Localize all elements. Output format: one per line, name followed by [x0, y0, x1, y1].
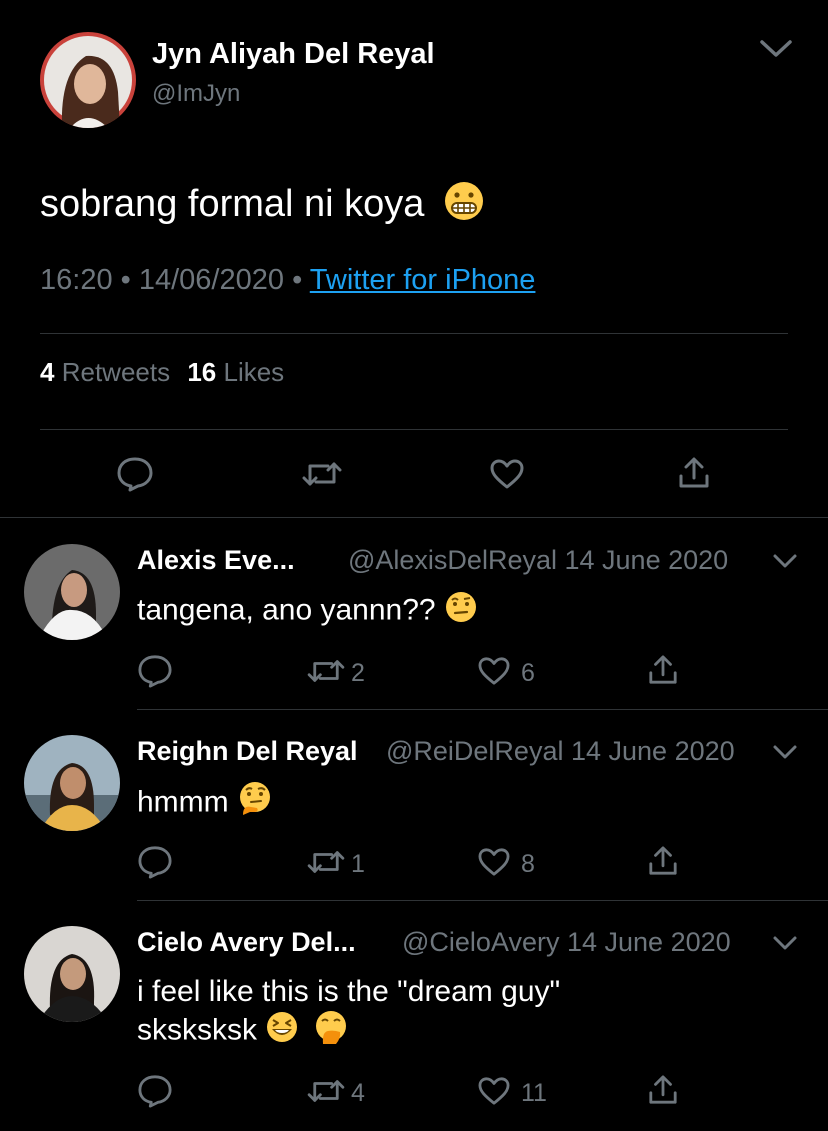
heart-icon [477, 847, 511, 882]
retweet-action[interactable]: 4 [307, 1076, 365, 1111]
reply-handle[interactable]: @AlexisDelReyal [348, 545, 557, 575]
divider [137, 709, 828, 710]
likes-count: 16 [187, 357, 217, 387]
tweet-time: 16:20 [40, 264, 113, 296]
like-action[interactable]: 8 [477, 847, 535, 882]
retweets-stat[interactable]: 4 Retweets [40, 357, 170, 387]
divider [40, 429, 788, 430]
face-with-hand-over-mouth-emoji [314, 1010, 348, 1053]
retweet-icon [307, 656, 345, 691]
likes-stat[interactable]: 16 Likes [187, 357, 284, 387]
reply-author-name[interactable]: Cielo Avery Del... [137, 927, 356, 958]
tweet-stats: 4 Retweets 16 Likes [40, 357, 284, 388]
retweet-icon [307, 1076, 345, 1111]
reply-text: tangena, ano yannn?? [137, 590, 478, 633]
reply-icon[interactable] [137, 1074, 173, 1113]
reply-icon[interactable] [137, 845, 173, 884]
divider [0, 517, 828, 518]
reply-text-content: i feel like this is the "dream guy" sksk… [137, 975, 561, 1047]
divider [137, 900, 828, 901]
author-handle[interactable]: @ImJyn [152, 80, 240, 108]
grimacing-face-emoji [443, 180, 485, 232]
reply-author-handle: @AlexisDelReyal 14 June 2020 [348, 545, 728, 576]
reply-author-handle: @CieloAvery 14 June 2020 [402, 927, 731, 958]
like-action[interactable]: 6 [477, 656, 535, 691]
retweets-count: 4 [40, 357, 55, 387]
reply-avatar[interactable] [24, 926, 120, 1022]
retweet-icon [307, 847, 345, 882]
heart-icon [477, 656, 511, 691]
share-icon[interactable] [648, 845, 678, 882]
reply-avatar[interactable] [24, 544, 120, 640]
thinking-face-emoji [237, 781, 273, 826]
reply-date: 14 June 2020 [564, 545, 729, 575]
tweet-meta: 16:20 • 14/06/2020 • Twitter for iPhone [40, 264, 535, 297]
author-name[interactable]: Jyn Aliyah Del Reyal [152, 38, 435, 71]
reply-date: 14 June 2020 [566, 927, 731, 957]
share-icon[interactable] [648, 1074, 678, 1111]
chevron-down-icon[interactable] [772, 552, 798, 575]
retweet-count: 1 [351, 850, 365, 878]
retweet-action[interactable]: 2 [307, 656, 365, 691]
tweet-text: sobrang formal ni koya [40, 180, 485, 232]
chevron-down-icon[interactable] [772, 934, 798, 957]
reply-icon[interactable] [137, 654, 173, 693]
tweet-date: 14/06/2020 [138, 264, 285, 296]
reply-icon[interactable] [116, 456, 154, 497]
retweet-icon[interactable] [302, 458, 342, 495]
reply-text: hmmm [137, 781, 273, 826]
likes-label: Likes [223, 357, 285, 387]
reply-author-name[interactable]: Alexis Eve... [137, 545, 295, 576]
like-count: 8 [521, 850, 535, 878]
retweets-label: Retweets [61, 357, 171, 387]
chevron-down-icon[interactable] [756, 36, 796, 60]
retweet-count: 2 [351, 659, 365, 687]
share-icon[interactable] [678, 456, 710, 495]
reply-text-content: tangena, ano yannn?? [137, 593, 436, 627]
reply-date: 14 June 2020 [570, 736, 735, 766]
tweet-source-link[interactable]: Twitter for iPhone [310, 264, 536, 296]
retweet-action[interactable]: 1 [307, 847, 365, 882]
reply-avatar[interactable] [24, 735, 120, 831]
reply-author-name[interactable]: Reighn Del Reyal [137, 736, 358, 767]
like-action[interactable]: 11 [477, 1076, 547, 1111]
face-with-raised-eyebrow-emoji [444, 590, 478, 633]
like-count: 11 [521, 1079, 547, 1107]
reply-text-content: hmmm [137, 785, 229, 819]
reply-handle[interactable]: @ReiDelReyal [386, 736, 563, 766]
reply-handle[interactable]: @CieloAvery [402, 927, 559, 957]
meta-separator: • [120, 264, 131, 296]
heart-icon[interactable] [489, 458, 525, 495]
heart-icon [477, 1076, 511, 1111]
meta-separator: • [292, 264, 303, 296]
author-avatar[interactable] [40, 32, 136, 128]
like-count: 6 [521, 659, 535, 687]
chevron-down-icon[interactable] [772, 743, 798, 766]
reply-author-handle: @ReiDelReyal 14 June 2020 [386, 736, 735, 767]
grinning-squinting-face-emoji [265, 1010, 299, 1053]
share-icon[interactable] [648, 654, 678, 691]
reply-text: i feel like this is the "dream guy" sksk… [137, 973, 627, 1053]
divider [40, 333, 788, 334]
retweet-count: 4 [351, 1079, 365, 1107]
tweet-text-content: sobrang formal ni koya [40, 183, 425, 226]
